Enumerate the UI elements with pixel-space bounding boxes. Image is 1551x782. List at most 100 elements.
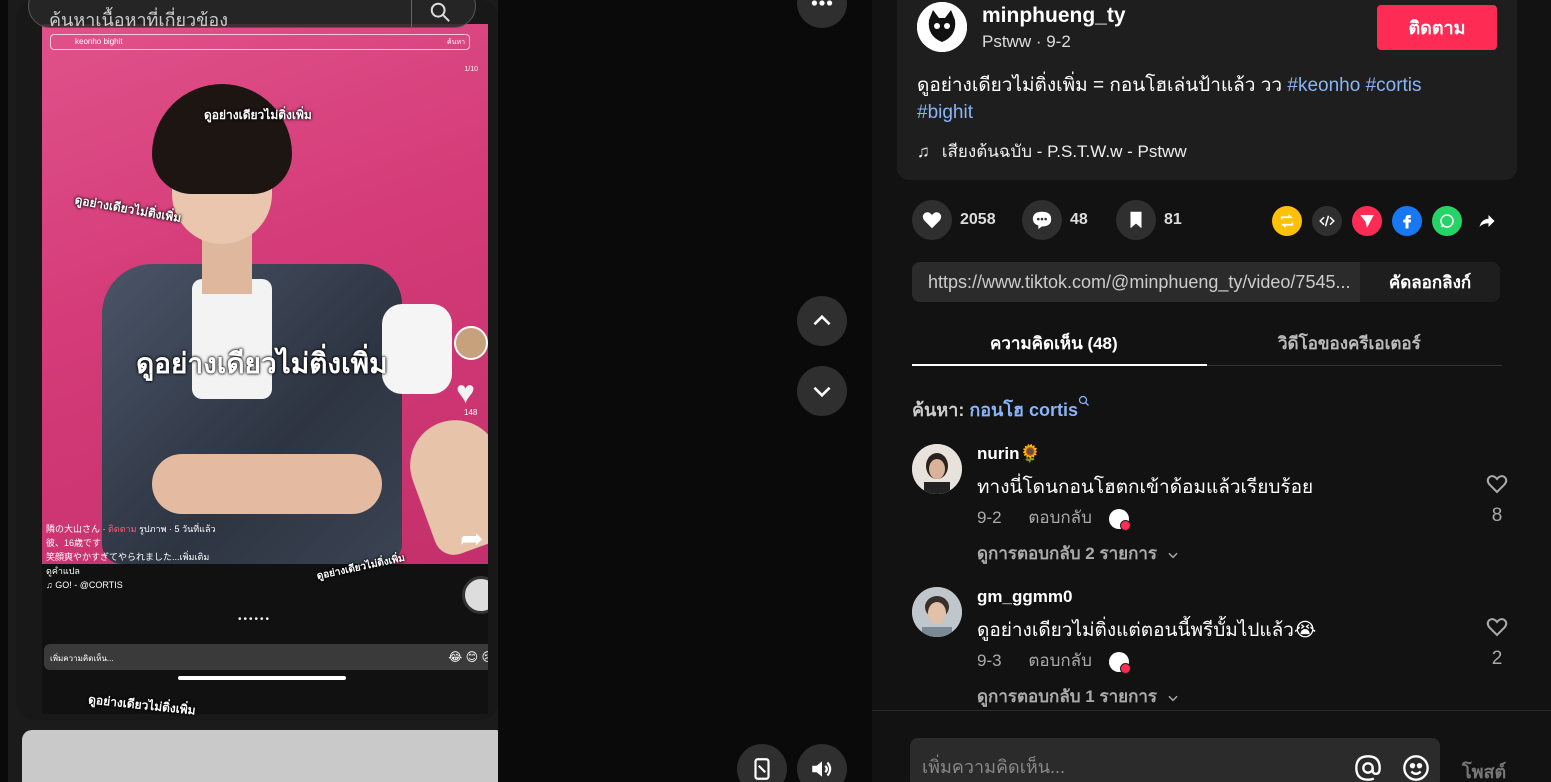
comment-input-area: เพิ่มความคิดเห็น... โพสต์ — [872, 710, 1551, 782]
facebook-share-button[interactable] — [1392, 206, 1422, 236]
person-figure — [102, 84, 452, 564]
related-search-hint[interactable]: ค้นหา: กอนโฮ cortis — [912, 395, 1090, 424]
send-to-friends-button[interactable] — [1352, 206, 1382, 236]
like-action[interactable]: 2058 — [912, 200, 996, 240]
author-avatar-image — [917, 2, 967, 52]
heart-outline-icon — [1486, 475, 1508, 494]
inner-caption-line2: 笑顔爽やかすぎてやられました...เพิ่มเติม — [46, 552, 210, 562]
comment-icon — [1032, 211, 1052, 230]
reply-button[interactable]: ตอบกลับ — [1028, 508, 1092, 527]
mention-icon[interactable] — [1354, 754, 1382, 782]
volume-button[interactable] — [797, 744, 847, 782]
comment-item: gm_ggmm0 ดูอย่างเดียวไม่ติ่งแต่ตอนนี้พรี… — [912, 587, 1512, 717]
chevron-down-icon — [1168, 552, 1178, 558]
author-avatar[interactable] — [917, 2, 967, 52]
video-description: ดูอย่างเดียวไม่ติ่งเพิ่ม = กอนโฮเล่นป้าแ… — [917, 72, 1477, 126]
heart-icon — [922, 212, 942, 229]
comment-button[interactable] — [1022, 200, 1062, 240]
more-options-button[interactable] — [797, 0, 847, 28]
save-button[interactable] — [1116, 200, 1156, 240]
overlay-text-big: ดูอย่างเดียวไม่ติ่งเพิ่ม — [136, 348, 388, 379]
embed-button[interactable] — [1312, 206, 1342, 236]
author-username[interactable]: minphueng_ty — [982, 4, 1126, 28]
hashtag-keonho[interactable]: #keonho — [1287, 75, 1360, 96]
comment-list: ค้นหา: กอนโฮ cortis nurin🌻 ทางนี่โดนกอนโ… — [872, 367, 1551, 710]
send-icon — [1360, 215, 1374, 228]
view-replies-button[interactable]: ดูการตอบกลับ 1 รายการ — [977, 683, 1180, 710]
inner-search-text: keonho bighit — [75, 37, 123, 46]
mini-player-icon — [754, 758, 770, 780]
save-count: 81 — [1164, 211, 1182, 228]
comment-username[interactable]: nurin🌻 — [977, 444, 1041, 464]
inner-photo-counter: 1/10 — [464, 66, 478, 73]
chevron-up-icon — [813, 314, 831, 326]
comment-input[interactable]: เพิ่มความคิดเห็น... — [910, 738, 1440, 782]
next-video-button[interactable] — [797, 366, 847, 416]
comment-item: nurin🌻 ทางนี่โดนกอนโฮตกเข้าด้อมแล้วเรียบ… — [912, 444, 1512, 574]
comment-like-button[interactable]: 2 — [1482, 615, 1512, 670]
author-subtitle: Pstww · 9-2 — [982, 32, 1071, 51]
video-link-url[interactable]: https://www.tiktok.com/@minphueng_ty/vid… — [928, 272, 1368, 293]
mini-player-button[interactable] — [737, 744, 787, 782]
inner-avatar — [454, 326, 488, 360]
video-frame[interactable]: keonho bighit ค้นหา 1/10 ♥ 148 ➦ 隣の大山さん … — [8, 0, 498, 782]
chevron-down-icon — [1168, 695, 1178, 701]
inner-search-button: ค้นหา — [446, 39, 465, 46]
comment-action[interactable]: 48 — [1022, 200, 1088, 240]
hashtag-cortis[interactable]: #cortis — [1366, 75, 1422, 96]
comment-avatar[interactable] — [912, 444, 962, 494]
reply-button[interactable]: ตอบกลับ — [1028, 651, 1092, 670]
inner-comment-bar: เพิ่มความคิดเห็น... 😂 😊 😢 — [44, 644, 488, 670]
copy-link-button[interactable]: คัดลอกลิงก์ — [1360, 262, 1500, 302]
emoji-icon[interactable] — [1402, 754, 1430, 782]
comment-avatar[interactable] — [912, 587, 962, 637]
search-icon[interactable] — [429, 1, 451, 23]
inner-caption: 隣の大山さん · ติดตาม รูปภาพ · 5 วันที่แล้ว 彼、… — [46, 524, 216, 590]
inner-caption-line3: ดูคำแปล — [46, 566, 80, 576]
comment-avatar-image — [912, 587, 962, 637]
tab-comments[interactable]: ความคิดเห็น (48) — [990, 330, 1118, 357]
share-arrow-icon — [1479, 215, 1495, 227]
inner-caption-music: ♫ GO! - @CORTIS — [46, 580, 123, 590]
search-hint-prefix: ค้นหา: — [912, 400, 965, 420]
comment-like-button[interactable]: 8 — [1482, 472, 1512, 527]
previous-video-button[interactable] — [797, 296, 847, 346]
inner-caption-user: 隣の大山さん — [46, 524, 101, 534]
comment-meta: 9-3 ตอบกลับ — [977, 647, 1131, 674]
inner-search-bar: keonho bighit ค้นหา — [50, 34, 470, 50]
overlay-text-1: ดูอย่างเดียวไม่ติ่งเพิ่ม — [204, 108, 312, 122]
hashtag-bighit[interactable]: #bighit — [917, 102, 973, 123]
comment-meta: 9-2 ตอบกลับ — [977, 504, 1131, 531]
video-info-card: minphueng_ty Pstww · 9-2 ติดตาม ดูอย่างเ… — [897, 0, 1517, 180]
search-hint-keyword[interactable]: กอนโฮ cortis — [969, 400, 1078, 420]
save-action[interactable]: 81 — [1116, 200, 1182, 240]
video-search-bar[interactable]: ค้นหาเนื้อหาที่เกี่ยวข้อง — [28, 0, 476, 30]
follow-button[interactable]: ติดตาม — [1377, 5, 1497, 50]
active-tab-indicator — [912, 364, 1207, 366]
music-note-icon: ♫ — [917, 142, 930, 161]
inner-caption-follow: ติดตาม — [108, 524, 137, 534]
sleeve-shape — [382, 304, 452, 394]
carousel-dots: •••••• — [238, 614, 272, 625]
comment-username[interactable]: gm_ggmm0 — [977, 587, 1072, 607]
home-indicator — [178, 676, 346, 680]
like-button[interactable] — [912, 200, 952, 240]
inner-comment-placeholder: เพิ่มความคิดเห็น... — [50, 654, 114, 663]
more-share-button[interactable] — [1472, 206, 1502, 236]
like-count: 2058 — [960, 211, 996, 228]
creator-liked-icon — [1108, 651, 1131, 674]
whatsapp-share-button[interactable] — [1432, 206, 1462, 236]
view-replies-button[interactable]: ดูการตอบกลับ 2 รายการ — [977, 540, 1180, 567]
inner-caption-meta: รูปภาพ · 5 วันที่แล้ว — [139, 524, 216, 534]
hair-shape — [152, 84, 292, 194]
tab-creator-videos[interactable]: วิดีโอของครีเอเตอร์ — [1278, 330, 1421, 357]
embed-icon — [1319, 215, 1335, 227]
music-label: เสียงต้นฉบับ - P.S.T.W.w - Pstww — [941, 142, 1187, 161]
comment-count: 48 — [1070, 211, 1088, 228]
comment-text: ทางนี่โดนกอนโฮตกเข้าด้อมแล้วเรียบร้อย — [977, 477, 1314, 498]
video-link-bar: https://www.tiktok.com/@minphueng_ty/vid… — [912, 262, 1500, 302]
video-search-input[interactable]: ค้นหาเนื้อหาที่เกี่ยวข้อง — [49, 5, 228, 34]
music-link[interactable]: ♫ เสียงต้นฉบับ - P.S.T.W.w - Pstww — [917, 138, 1187, 165]
repost-button[interactable] — [1272, 206, 1302, 236]
post-comment-button[interactable]: โพสต์ — [1462, 757, 1506, 782]
